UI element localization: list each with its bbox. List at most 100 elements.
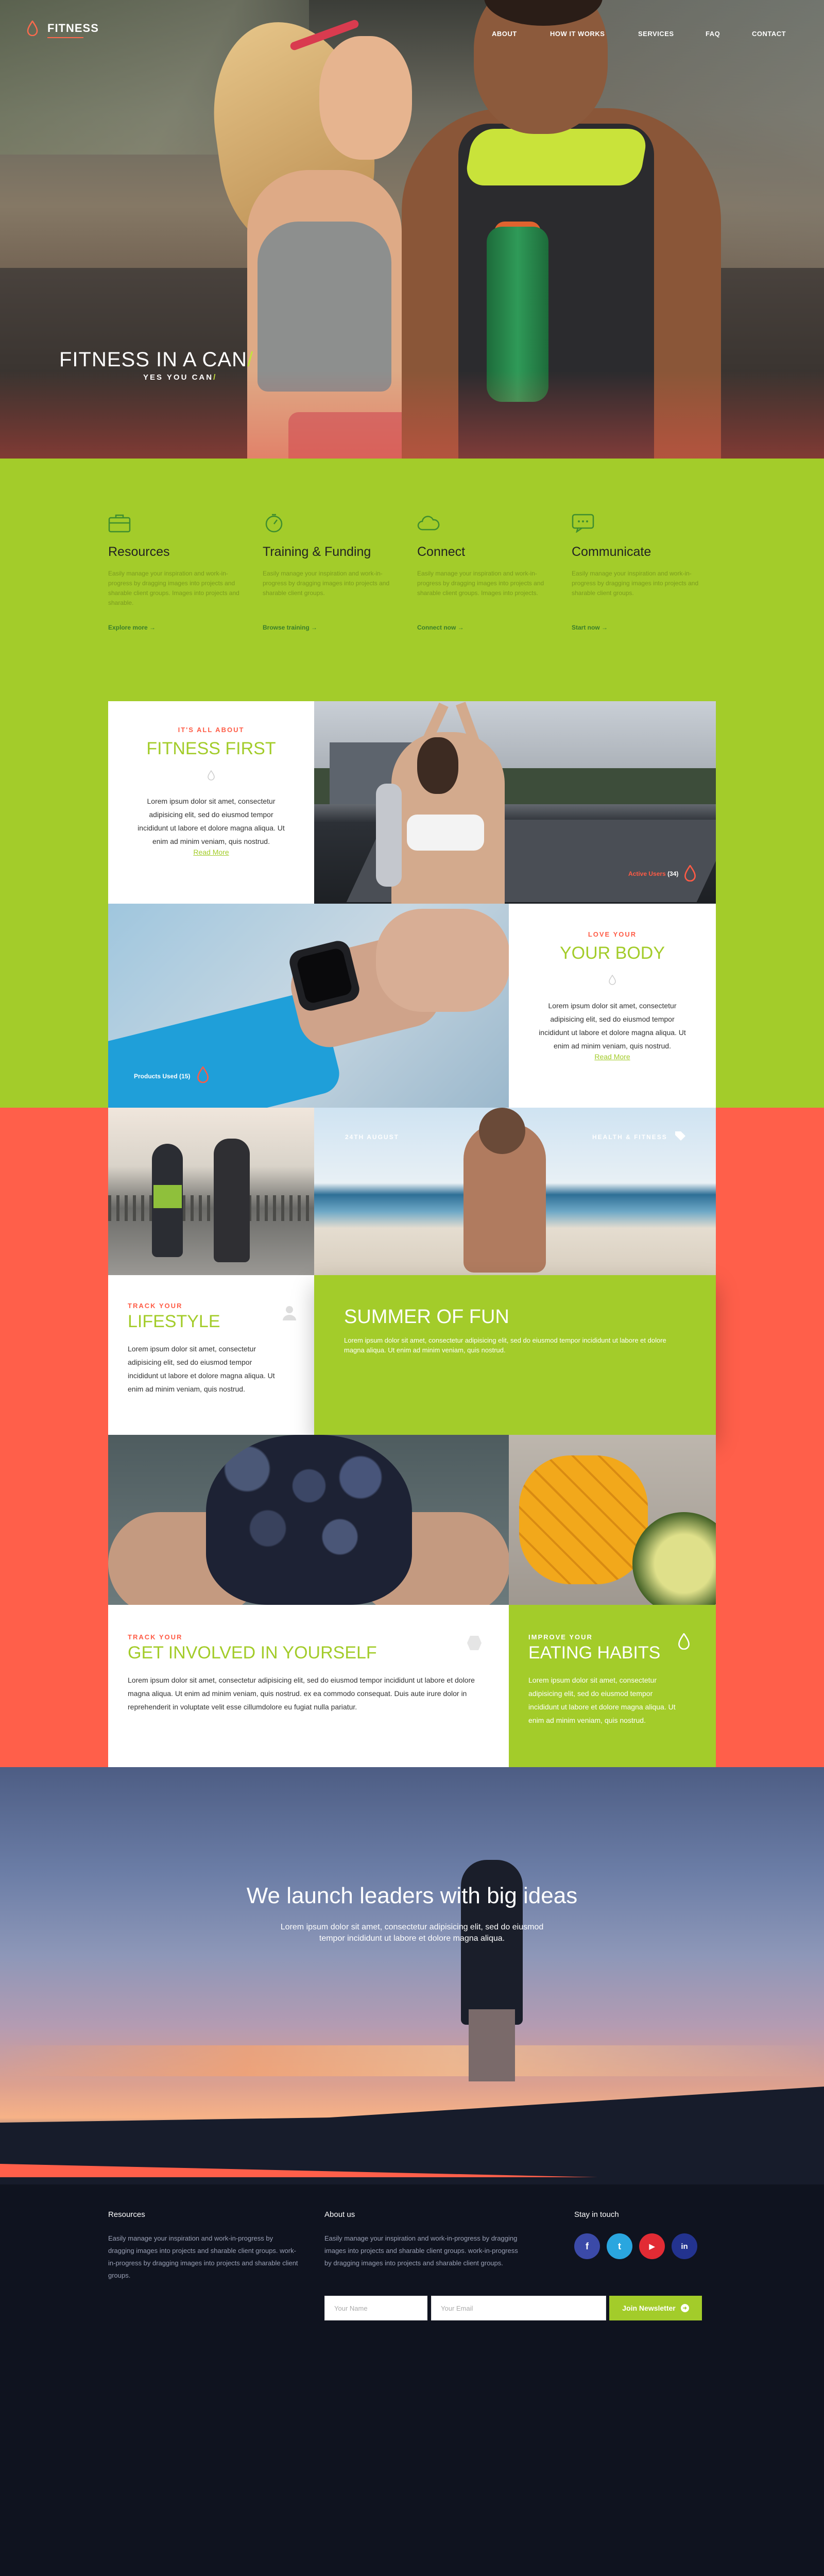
linkedin-icon[interactable]: in <box>672 2233 697 2259</box>
hero-subtitle-text: YES YOU CAN <box>143 373 214 382</box>
photo-couple-running <box>108 1108 314 1275</box>
card-title: YOUR BODY <box>559 943 665 963</box>
woman-hair <box>417 737 458 794</box>
tag-icon <box>675 1131 685 1141</box>
feature-resources: Resources Easily manage your inspiration… <box>108 513 242 631</box>
feature-connect: Connect Easily manage your inspiration a… <box>417 513 551 631</box>
photo-woman-stretching: Active Users (34) <box>314 701 716 904</box>
mango <box>519 1455 648 1584</box>
sunset-glow <box>0 2045 824 2076</box>
hero-subtitle: YES YOU CAN/ <box>143 373 217 382</box>
briefcase-icon <box>108 514 131 533</box>
photo-beach: 24TH AUGUST HEALTH & FITNESS <box>314 1108 716 1275</box>
card-body: Lorem ipsum dolor sit amet, consectetur … <box>138 797 285 845</box>
arrow-circle-icon: ➜ <box>680 2304 689 2312</box>
products-used-badge: Products Used (15) <box>134 1073 191 1080</box>
card-kicker: LOVE YOUR <box>588 930 637 938</box>
chat-icon <box>572 514 594 534</box>
newsletter-email-input[interactable] <box>431 2296 606 2320</box>
feature-link[interactable]: Start now → <box>572 624 706 631</box>
join-newsletter-button[interactable]: Join Newsletter ➜ <box>609 2296 702 2320</box>
drop-icon <box>609 974 616 985</box>
top-navigation: FITNESS ABOUT HOW IT WORKS SERVICES FAQ … <box>0 0 824 62</box>
banner-section <box>0 1767 824 2184</box>
shield-icon <box>467 1636 482 1650</box>
feature-text: Easily manage your inspiration and work-… <box>263 570 390 597</box>
sports-bra <box>407 815 484 851</box>
feature-title: Connect <box>417 545 466 559</box>
hero-title-slash: / <box>247 348 254 371</box>
drop-icon <box>684 865 696 882</box>
grape-bunch <box>206 1435 412 1605</box>
nav-item-contact[interactable]: CONTACT <box>752 30 786 38</box>
facebook-icon[interactable]: f <box>574 2233 600 2259</box>
feature-text: Easily manage your inspiration and work-… <box>108 570 239 606</box>
drop-icon <box>678 1633 690 1650</box>
hero-section <box>0 0 824 459</box>
footer-about-heading: About us <box>324 2210 355 2219</box>
feature-communicate: Communicate Easily manage your inspirati… <box>572 513 706 631</box>
feature-link[interactable]: Explore more → <box>108 624 242 631</box>
man-head <box>479 1108 525 1154</box>
card-body: Lorem ipsum dolor sit amet, consectetur … <box>128 1676 475 1711</box>
feature-text: Easily manage your inspiration and work-… <box>572 570 699 597</box>
photo-smartwatch: Products Used (15) <box>108 904 509 1108</box>
logo-text[interactable]: FITNESS <box>47 22 99 35</box>
card-fitness-first: IT'S ALL ABOUT FITNESS FIRST Lorem ipsum… <box>108 701 314 904</box>
runner-shorts <box>153 1185 182 1208</box>
card-body: Lorem ipsum dolor sit amet, consectetur … <box>128 1345 275 1393</box>
twitter-icon[interactable]: t <box>607 2233 632 2259</box>
user-icon <box>283 1306 296 1320</box>
active-users-badge: Active Users (34) <box>628 870 678 877</box>
feature-link[interactable]: Browse training → <box>263 624 397 631</box>
feature-title: Resources <box>108 545 170 559</box>
hand <box>376 909 509 1012</box>
card-kicker: IT'S ALL ABOUT <box>178 726 245 734</box>
card-body: Lorem ipsum dolor sit amet, consectetur … <box>528 1676 676 1724</box>
newsletter-name-input[interactable] <box>324 2296 427 2320</box>
card-body: Lorem ipsum dolor sit amet, consectetur … <box>344 1336 666 1354</box>
card-kicker: TRACK YOUR <box>128 1633 183 1641</box>
cloud-icon <box>417 516 440 531</box>
badge-label: Active Users <box>628 870 666 877</box>
feature-title: Training & Funding <box>263 545 371 559</box>
footer-social-heading: Stay in touch <box>574 2210 619 2219</box>
card-body: Lorem ipsum dolor sit amet, consectetur … <box>539 1002 686 1050</box>
card-eating-habits: IMPROVE YOUR EATING HABITS Lorem ipsum d… <box>509 1605 716 1767</box>
read-more-link[interactable]: Read More <box>108 848 314 856</box>
card-title: SUMMER OF FUN <box>344 1306 509 1328</box>
photo-mango-avocado <box>509 1435 716 1605</box>
hero-subtitle-slash: / <box>213 373 217 382</box>
footer-resources-text: Easily manage your inspiration and work-… <box>108 2234 298 2279</box>
footer-resources-heading: Resources <box>108 2210 145 2219</box>
nav-item-services[interactable]: SERVICES <box>638 30 674 38</box>
runner-legs <box>469 2009 515 2081</box>
drop-icon <box>208 770 215 781</box>
beach-tag: HEALTH & FITNESS <box>592 1133 667 1141</box>
nav-item-about[interactable]: ABOUT <box>492 30 517 38</box>
nav-item-how-it-works[interactable]: HOW IT WORKS <box>550 30 605 38</box>
badge-count: (34) <box>667 870 679 877</box>
join-newsletter-label: Join Newsletter <box>622 2304 676 2312</box>
read-more-link[interactable]: Read More <box>509 1053 716 1061</box>
woman-sports-top <box>258 222 391 392</box>
hero-tint <box>0 371 824 459</box>
card-summer-of-fun: SUMMER OF FUN Lorem ipsum dolor sit amet… <box>314 1275 716 1435</box>
man-tank-stripe <box>464 129 649 185</box>
hero-title: FITNESS IN A CAN/ <box>59 348 253 371</box>
drop-icon <box>197 1066 209 1083</box>
card-get-involved: TRACK YOUR GET INVOLVED IN YOURSELF Lore… <box>108 1605 509 1767</box>
logo-drop-icon[interactable] <box>27 21 38 36</box>
card-title: FITNESS FIRST <box>146 739 276 758</box>
feature-training: Training & Funding Easily manage your in… <box>263 513 397 631</box>
runner-man <box>214 1139 250 1262</box>
hero-title-text: FITNESS IN A CAN <box>59 348 247 371</box>
banner-subtitle: Lorem ipsum dolor sit amet, consectetur … <box>280 1923 544 1943</box>
banner-title: We launch leaders with big ideas <box>246 1883 578 1908</box>
youtube-icon[interactable]: ▶ <box>639 2233 665 2259</box>
railing <box>108 1195 314 1221</box>
feature-title: Communicate <box>572 545 651 559</box>
feature-link[interactable]: Connect now → <box>417 624 551 631</box>
nav-item-faq[interactable]: FAQ <box>706 30 720 38</box>
card-lifestyle: TRACK YOUR LIFESTYLE Lorem ipsum dolor s… <box>108 1275 314 1435</box>
